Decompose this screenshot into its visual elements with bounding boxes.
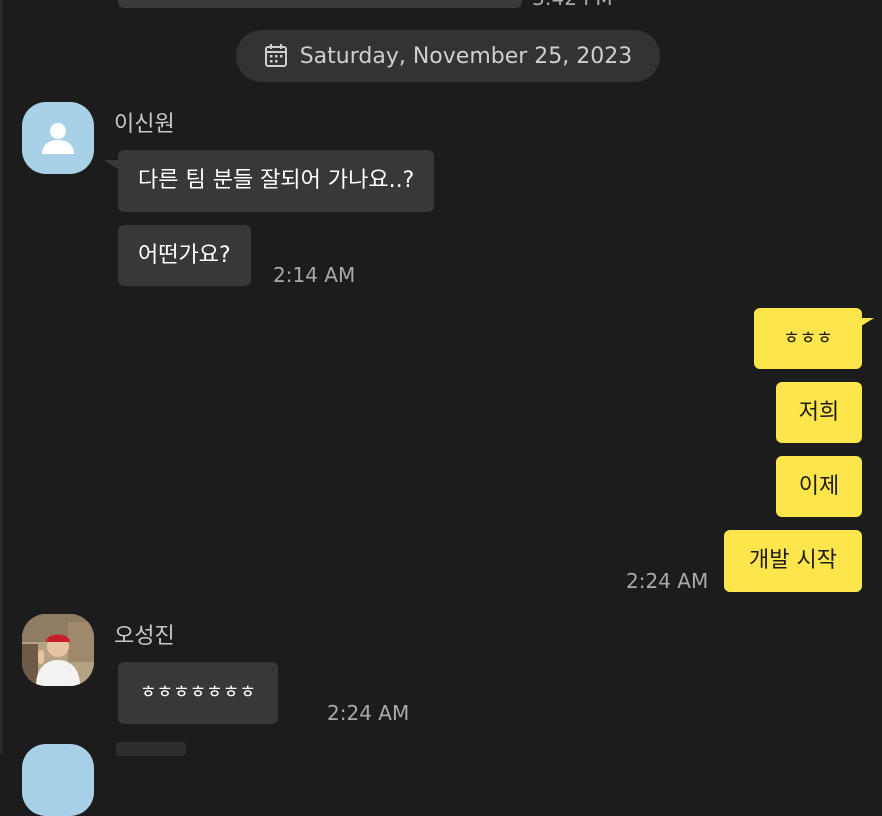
sender-name-2: 오성진 bbox=[114, 624, 175, 649]
calendar-icon bbox=[264, 43, 288, 69]
outgoing-bubble-4[interactable]: 개발 시작 bbox=[724, 530, 862, 592]
message-bubble-1[interactable]: 다른 팀 분들 잘되어 가나요..? bbox=[118, 150, 435, 212]
sender-name-1: 이신원 bbox=[114, 112, 175, 137]
date-label: Saturday, November 25, 2023 bbox=[299, 43, 633, 69]
message-time-2: 2:24 AM bbox=[327, 701, 410, 725]
outgoing-bubble-1[interactable]: ㅎㅎㅎ bbox=[754, 308, 862, 369]
message-bubble-2[interactable]: 어떤가요? bbox=[118, 225, 251, 286]
next-avatar[interactable] bbox=[22, 744, 94, 816]
profile-photo[interactable] bbox=[22, 614, 94, 686]
outgoing-bubble-2[interactable]: 저희 bbox=[776, 382, 862, 443]
default-person-icon[interactable] bbox=[22, 102, 94, 174]
message-bubble-3[interactable]: ㅎㅎㅎㅎㅎㅎㅎ bbox=[118, 662, 278, 724]
previous-message-bubble[interactable] bbox=[118, 0, 522, 8]
outgoing-message-time: 2:24 AM bbox=[626, 569, 709, 593]
message-time-1: 2:14 AM bbox=[273, 263, 356, 287]
outgoing-bubble-3[interactable]: 이제 bbox=[776, 456, 862, 517]
date-divider: Saturday, November 25, 2023 bbox=[236, 30, 660, 82]
previous-message-time: 3:42 PM bbox=[532, 0, 613, 10]
window-left-edge bbox=[0, 0, 3, 754]
